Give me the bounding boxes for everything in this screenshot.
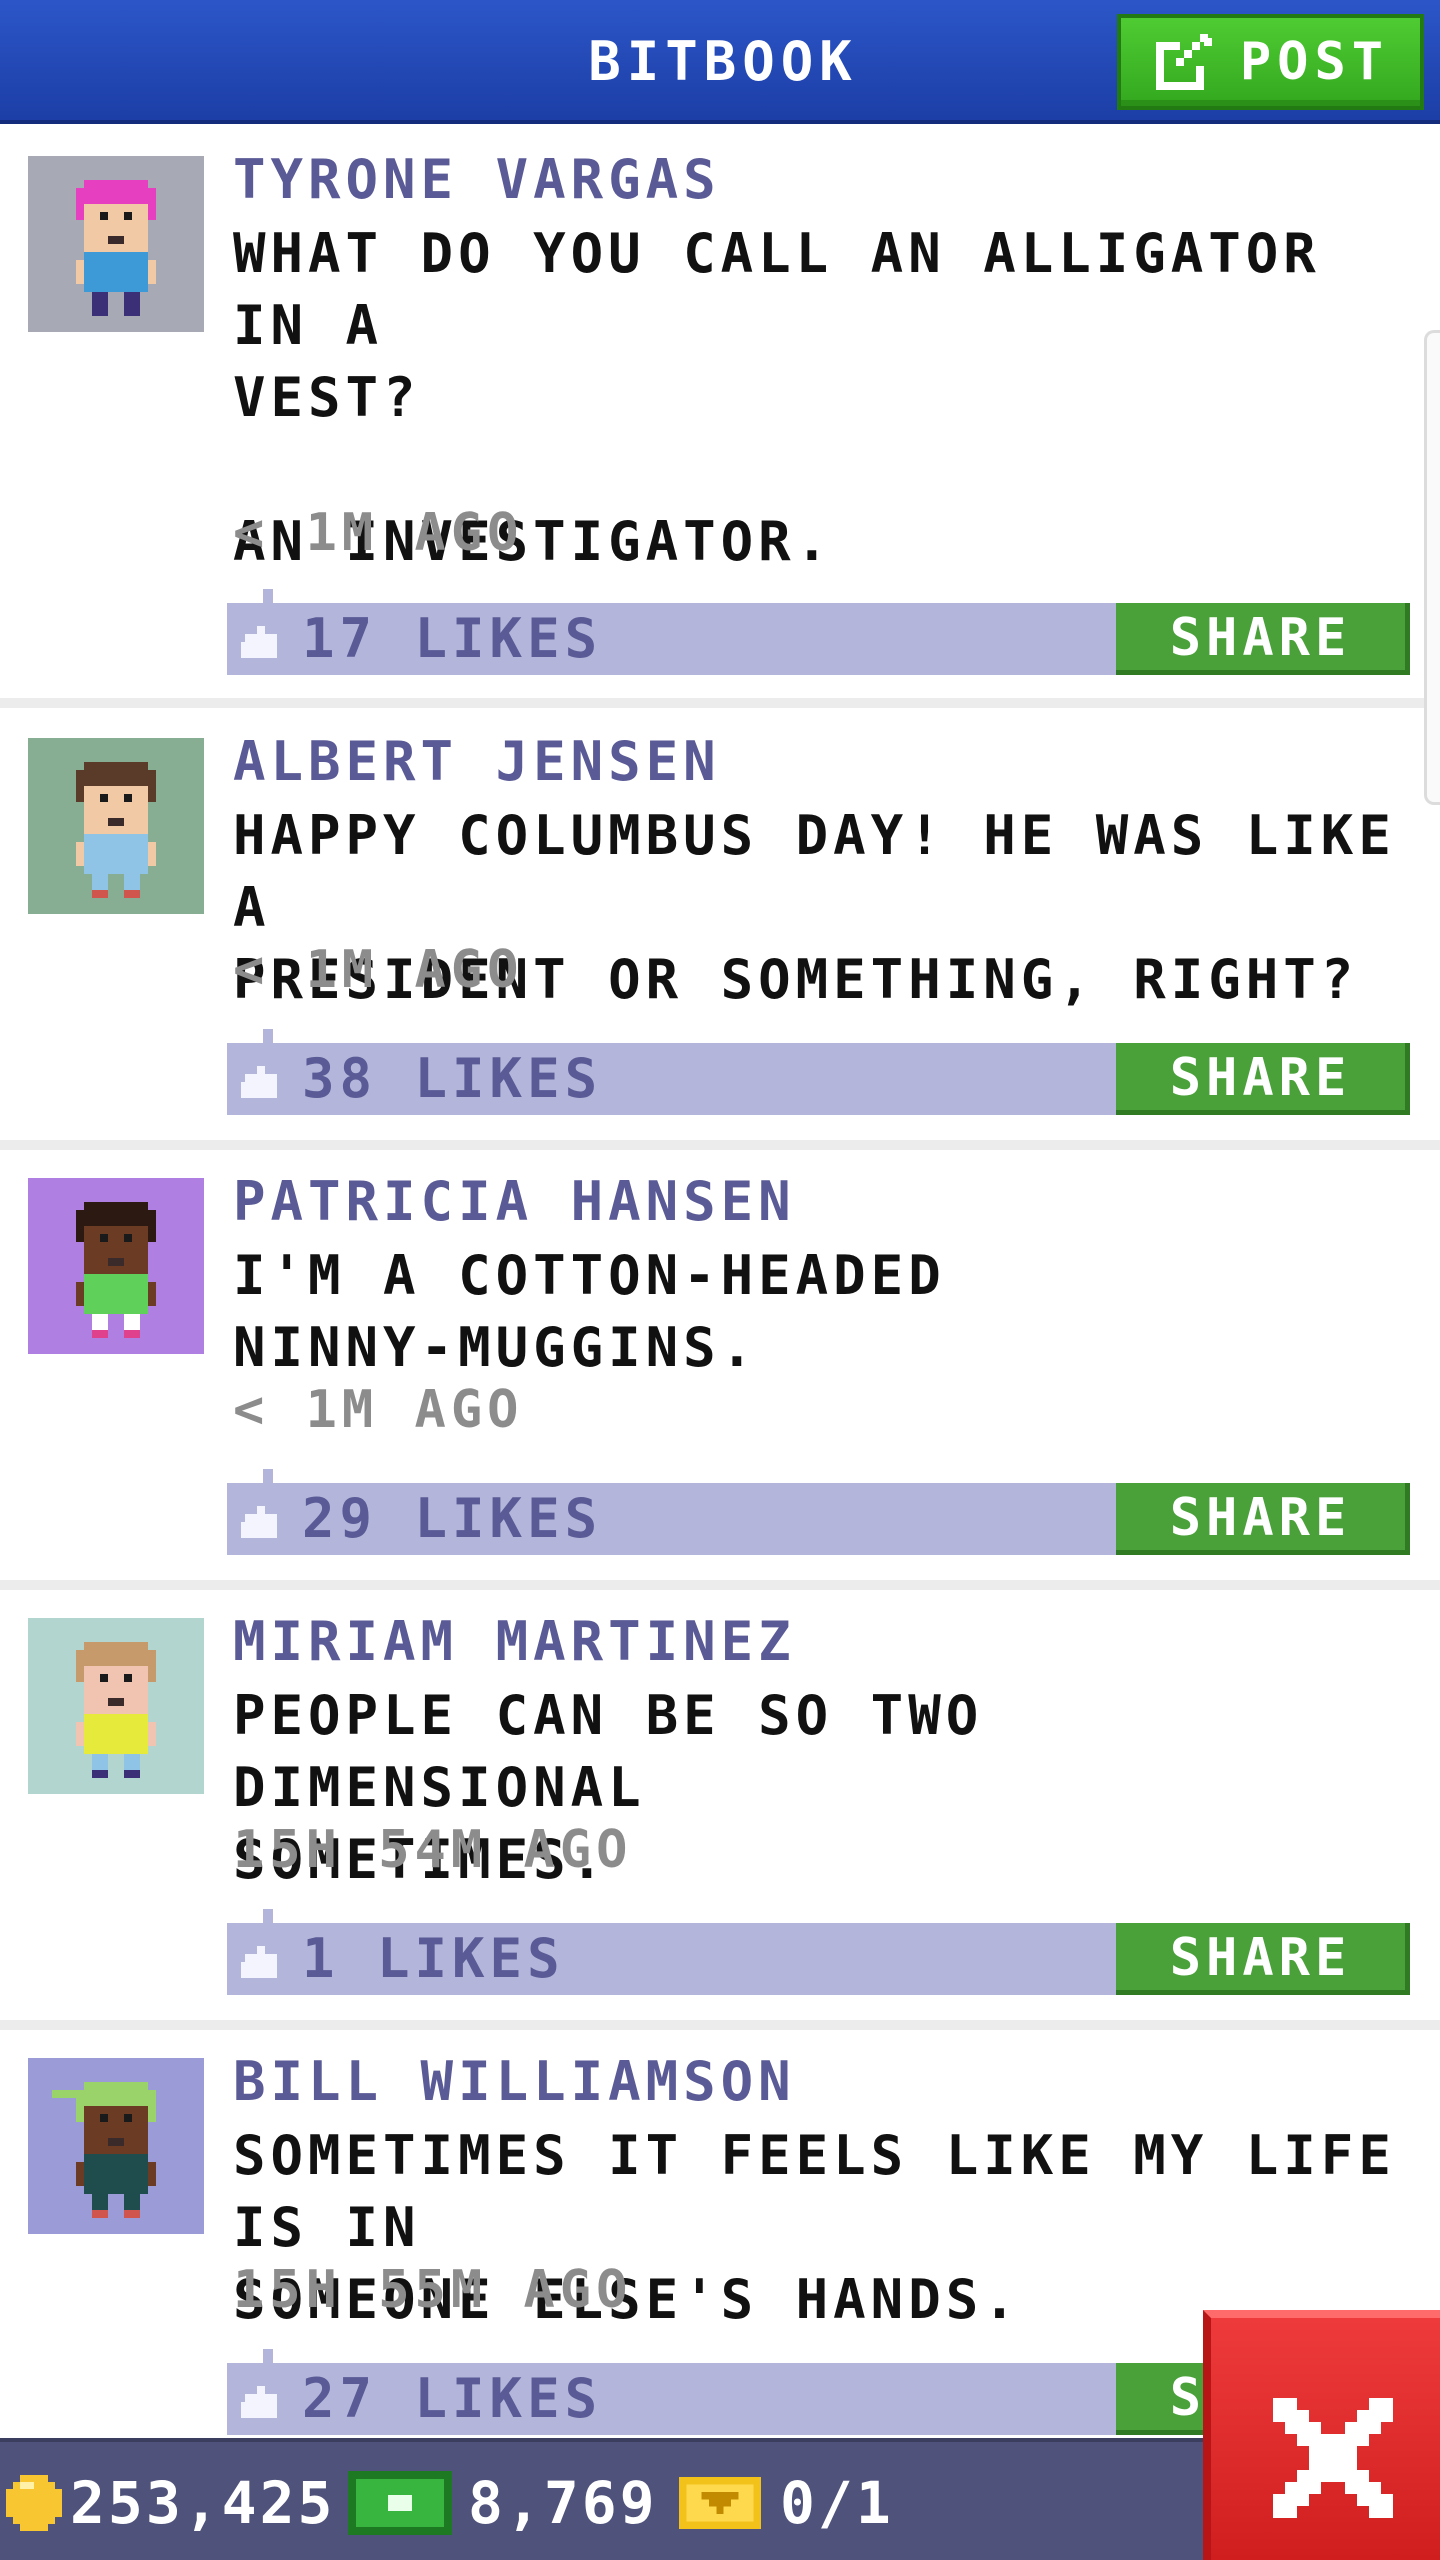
share-button[interactable]: SHARE [1116,603,1410,675]
post-author[interactable]: ALBERT JENSEN [233,730,721,793]
header-bar: BITBOOK POST [0,0,1440,124]
post-timestamp: 15H 55M AGO [233,2260,633,2320]
post-timestamp: < 1M AGO [233,503,524,563]
close-icon [1273,2398,1393,2518]
like-bar-tab [263,1469,273,1483]
like-bar-tab [263,589,273,603]
thumbs-up-icon [241,1946,277,1978]
like-button[interactable]: 29 LIKES SHARE [227,1469,1410,1555]
avatar-sprite [28,738,204,914]
avatar-sprite [28,156,204,332]
like-bar-tab [263,2349,273,2363]
coins-stat: 253,425 [6,2442,335,2560]
likes-count: 27 LIKES [302,2367,603,2430]
bux-stat: 8,769 [348,2442,658,2560]
post-item: ALBERT JENSEN HAPPY COLUMBUS DAY! HE WAS… [0,710,1440,1150]
post-button[interactable]: POST [1117,14,1424,110]
post-item: PATRICIA HANSEN I'M A COTTON-HEADED NINN… [0,1150,1440,1590]
thumbs-up-icon [241,2386,277,2418]
avatar-sprite [28,1178,204,1354]
coins-value: 253,425 [70,2469,336,2537]
post-timestamp: 15H 54M AGO [233,1820,633,1880]
thumbs-up-icon [241,626,277,658]
avatar-sprite [28,2058,204,2234]
post-author[interactable]: TYRONE VARGAS [233,148,721,211]
thumbs-up-icon [241,1506,277,1538]
coin-icon [6,2475,62,2531]
avatar[interactable] [28,2058,204,2234]
post-text: I'M A COTTON-HEADED NINNY-MUGGINS. [233,1244,946,1379]
like-button[interactable]: 17 LIKES SHARE [227,589,1410,675]
avatar[interactable] [28,156,204,332]
bux-icon [348,2471,452,2535]
likes-count: 29 LIKES [302,1487,603,1550]
post-button-label: POST [1239,32,1390,92]
post-timestamp: < 1M AGO [233,1380,524,1440]
post-item: TYRONE VARGAS WHAT DO YOU CALL AN ALLIGA… [0,128,1440,708]
share-button[interactable]: SHARE [1116,1483,1410,1555]
post-timestamp: < 1M AGO [233,940,524,1000]
post-author[interactable]: BILL WILLIAMSON [233,2050,796,2113]
thumbs-up-icon [241,1066,277,1098]
avatar[interactable] [28,1178,204,1354]
scrollbar[interactable] [1424,330,1440,805]
avatar[interactable] [28,1618,204,1794]
likes-count: 1 LIKES [302,1927,565,1990]
tickets-value: 0/1 [780,2469,894,2537]
likes-count: 17 LIKES [302,607,603,670]
like-button[interactable]: 38 LIKES SHARE [227,1029,1410,1115]
share-button[interactable]: SHARE [1116,1043,1410,1115]
share-button[interactable]: SHARE [1116,1923,1410,1995]
bux-value: 8,769 [468,2469,658,2537]
ticket-icon [679,2477,761,2529]
post-author[interactable]: PATRICIA HANSEN [233,1170,796,1233]
avatar[interactable] [28,738,204,914]
compose-icon [1155,34,1212,90]
like-bar-tab [263,1909,273,1923]
post-author[interactable]: MIRIAM MARTINEZ [233,1610,796,1673]
close-button[interactable] [1203,2310,1440,2560]
likes-count: 38 LIKES [302,1047,603,1110]
avatar-sprite [28,1618,204,1794]
like-button[interactable]: 1 LIKES SHARE [227,1909,1410,1995]
post-item: MIRIAM MARTINEZ PEOPLE CAN BE SO TWO DIM… [0,1590,1440,2030]
tickets-stat: 0/1 [676,2442,894,2560]
like-bar-tab [263,1029,273,1043]
